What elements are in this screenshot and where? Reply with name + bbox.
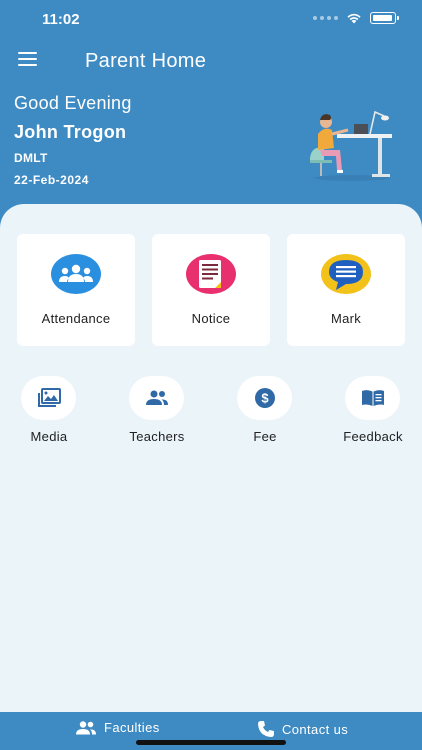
mark-icon (321, 254, 371, 294)
current-date: 22-Feb-2024 (14, 173, 89, 187)
status-time: 11:02 (42, 11, 80, 28)
faculties-label: Faculties (104, 720, 160, 735)
page-title: Parent Home (85, 50, 207, 72)
attendance-label: Attendance (41, 311, 111, 326)
contact-us-label: Contact us (282, 721, 349, 737)
teachers-label: Teachers (129, 429, 185, 444)
attendance-icon (51, 254, 101, 294)
media-icon (37, 388, 61, 407)
notice-icon (186, 254, 236, 294)
fee-button[interactable]: $ Fee (225, 376, 305, 456)
notice-label: Notice (191, 311, 231, 326)
media-label: Media (30, 429, 68, 444)
notice-card[interactable]: Notice (152, 234, 270, 346)
contact-us-button[interactable]: Contact us (257, 720, 348, 738)
faculties-button[interactable]: Faculties (75, 720, 160, 735)
fee-icon: $ (254, 388, 275, 408)
teachers-button[interactable]: Teachers (117, 376, 197, 456)
desk-worker-illustration (310, 110, 392, 181)
faculties-icon (76, 720, 96, 734)
greeting-text: Good Evening (14, 93, 132, 113)
fee-label: Fee (253, 429, 277, 444)
mark-label: Mark (330, 311, 362, 326)
wifi-icon (347, 13, 361, 24)
status-icons (313, 12, 399, 24)
fee-icon-circle: $ (237, 376, 292, 420)
teachers-icon-circle (129, 376, 184, 420)
media-icon-circle (21, 376, 76, 420)
attendance-card[interactable]: Attendance (17, 234, 135, 346)
battery-icon (370, 12, 399, 24)
feedback-button[interactable]: Feedback (333, 376, 413, 456)
feedback-icon (361, 390, 384, 406)
course-name: DMLT (14, 151, 48, 165)
teachers-icon (145, 390, 168, 405)
status-bar: 11:02 (0, 0, 422, 40)
svg-text:$: $ (261, 391, 269, 406)
signal-icon (313, 16, 338, 20)
user-name: John Trogon (14, 122, 127, 142)
main-content: Attendance Notice Mark Media Teachers $ … (0, 204, 422, 712)
mark-card[interactable]: Mark (287, 234, 405, 346)
menu-button[interactable] (18, 52, 38, 68)
feedback-icon-circle (345, 376, 400, 420)
hamburger-icon (18, 52, 37, 54)
home-indicator (136, 740, 286, 745)
toolbar: Parent Home (0, 42, 422, 82)
header: 11:02 Parent Home Good Evening John Trog… (0, 0, 422, 230)
media-button[interactable]: Media (9, 376, 89, 456)
phone-icon (258, 721, 274, 737)
feedback-label: Feedback (343, 429, 403, 444)
